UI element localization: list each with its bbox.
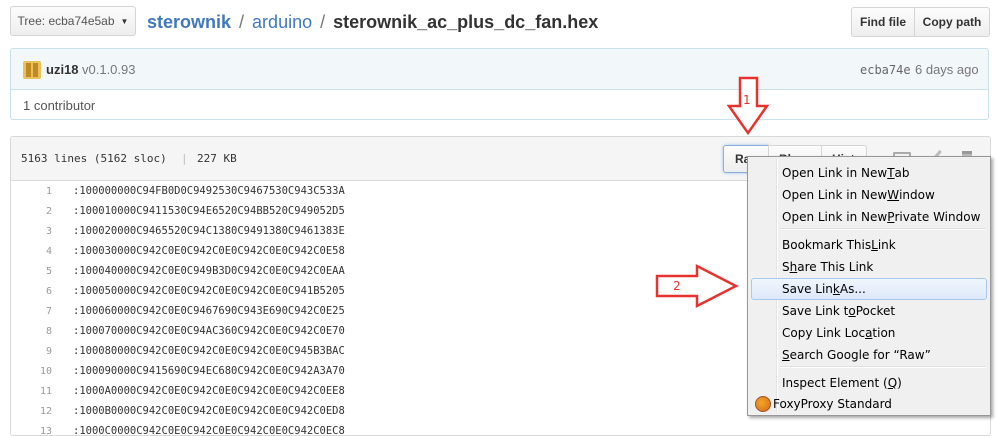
menu-separator: [780, 228, 986, 230]
annotation-step-2: 2: [673, 279, 681, 293]
menu-item-label-rest: are This Link: [797, 260, 873, 274]
menu-item-label: Copy Link Loc: [782, 326, 865, 340]
menu-item-label: Bookmark This: [782, 238, 871, 252]
menu-item-label-rest: ink: [878, 238, 896, 252]
menu-item-accesskey: o: [848, 304, 855, 318]
menu-item-inspect-element[interactable]: Inspect Element (Q): [751, 372, 987, 394]
menu-item-save-link-as[interactable]: Save Link As...: [751, 278, 987, 300]
menu-item-label: Open Link in New: [782, 188, 887, 202]
menu-item-accesskey: k: [833, 282, 840, 296]
menu-item-open-new-tab[interactable]: Open Link in New Tab: [751, 162, 987, 184]
menu-item-accesskey: W: [887, 188, 899, 202]
menu-item-accesskey: Q: [888, 376, 897, 390]
menu-item-label: Save Lin: [782, 282, 833, 296]
menu-item-save-link-to-pocket[interactable]: Save Link to Pocket: [751, 300, 987, 322]
menu-item-label: Inspect Element (: [782, 376, 888, 390]
annotation-step-1: 1: [743, 93, 751, 107]
menu-item-label-rest: rivate Window: [894, 210, 980, 224]
menu-item-label-rest: ): [897, 376, 902, 390]
menu-item-accesskey: T: [887, 166, 894, 180]
menu-item-label: S: [782, 260, 790, 274]
menu-separator: [780, 366, 986, 368]
menu-item-label-rest: tion: [872, 326, 895, 340]
menu-item-label-rest: ab: [895, 166, 910, 180]
foxyproxy-icon: [755, 396, 771, 412]
right-arrow-icon: [657, 266, 736, 306]
menu-item-accesskey: h: [790, 260, 798, 274]
menu-item-accesskey: L: [871, 238, 878, 252]
menu-item-open-new-window[interactable]: Open Link in New Window: [751, 184, 987, 206]
menu-item-bookmark-link[interactable]: Bookmark This Link: [751, 234, 987, 256]
menu-item-accesskey: P: [887, 210, 894, 224]
menu-item-label-rest: indow: [899, 188, 935, 202]
menu-item-label-rest: Pocket: [856, 304, 895, 318]
menu-item-label: Save Link t: [782, 304, 848, 318]
menu-item-label-rest: earch Google for “Raw”: [790, 348, 931, 362]
menu-item-label: Open Link in New: [782, 210, 887, 224]
menu-item-label: Open Link in New: [782, 166, 887, 180]
menu-item-copy-link-location[interactable]: Copy Link Location: [751, 322, 987, 344]
menu-item-share-link[interactable]: Share This Link: [751, 256, 987, 278]
menu-item-open-new-private-window[interactable]: Open Link in New Private Window: [751, 206, 987, 228]
menu-item-accesskey: a: [865, 326, 872, 340]
menu-item-search-google[interactable]: Search Google for “Raw”: [751, 344, 987, 366]
menu-item-foxyproxy-standard[interactable]: FoxyProxy Standard: [751, 393, 987, 415]
menu-item-label: FoxyProxy Standard: [773, 397, 892, 411]
menu-item-label-rest: As...: [840, 282, 866, 296]
context-menu: Open Link in New TabOpen Link in New Win…: [747, 156, 991, 416]
menu-item-accesskey: S: [782, 348, 790, 362]
